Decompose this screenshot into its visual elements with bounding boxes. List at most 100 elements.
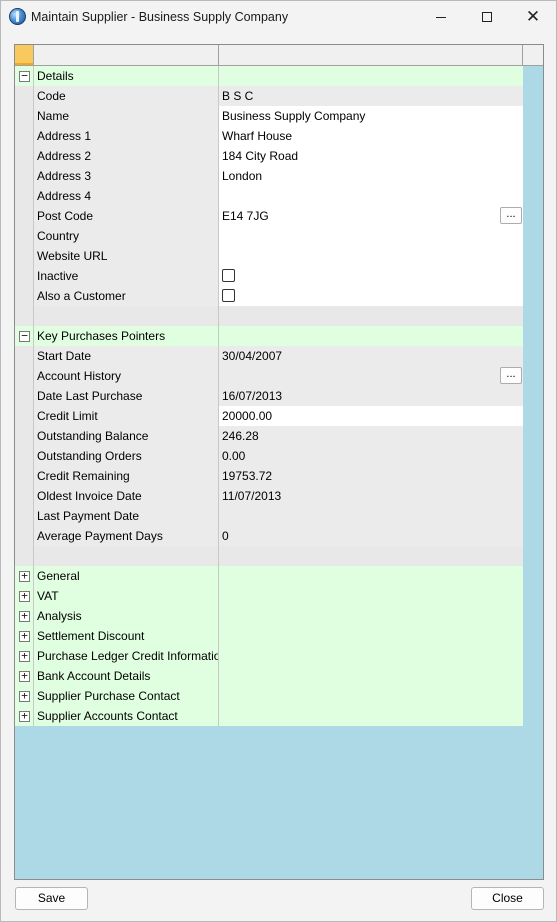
property-row-credit-limit[interactable]: Credit Limit 20000.00 [15,406,523,426]
category-label: Key Purchases Pointers [34,326,219,346]
minimize-button[interactable] [418,1,464,33]
category-row-details[interactable]: − Details [15,66,523,86]
property-row-oldest-invoice-date[interactable]: Oldest Invoice Date 11/07/2013 [15,486,523,506]
post-code-value: E14 7JG [222,209,269,223]
address4-field[interactable] [219,186,523,206]
grid-header-label-column[interactable] [34,45,219,65]
account-history-button[interactable]: ... [500,367,522,384]
property-row-address4[interactable]: Address 4 [15,186,523,206]
property-row-start-date[interactable]: Start Date 30/04/2007 [15,346,523,366]
property-label: Post Code [34,206,219,226]
grid-rows: − Details Code B S C Name Business Suppl… [15,66,523,726]
grid-header-spacer [523,45,543,65]
also-customer-checkbox[interactable] [222,289,235,302]
name-field[interactable]: Business Supply Company [219,106,523,126]
property-row-inactive[interactable]: Inactive [15,266,523,286]
property-row-post-code[interactable]: Post Code E14 7JG ... [15,206,523,226]
minimize-icon [436,16,446,18]
property-row-code[interactable]: Code B S C [15,86,523,106]
category-label: Bank Account Details [34,666,219,686]
category-row-bank-account-details[interactable]: + Bank Account Details [15,666,523,686]
category-label: Supplier Purchase Contact [34,686,219,706]
start-date-value: 30/04/2007 [219,346,523,366]
property-row-account-history[interactable]: Account History ... [15,366,523,386]
last-payment-date-value [219,506,523,526]
app-globe-icon [9,8,26,25]
grid-header-value-column[interactable] [219,45,523,65]
property-grid: − Details Code B S C Name Business Suppl… [14,44,544,880]
inactive-checkbox[interactable] [222,269,235,282]
category-row-supplier-purchase-contact[interactable]: + Supplier Purchase Contact [15,686,523,706]
expand-icon[interactable]: + [19,710,30,722]
category-label: Analysis [34,606,219,626]
expand-icon[interactable]: + [19,590,30,602]
expand-icon[interactable]: + [19,650,30,662]
oldest-invoice-date-value: 11/07/2013 [219,486,523,506]
website-url-field[interactable] [219,246,523,266]
expand-icon[interactable]: + [19,570,30,582]
category-row-general[interactable]: + General [15,566,523,586]
maximize-button[interactable] [464,1,510,33]
credit-remaining-value: 19753.72 [219,466,523,486]
collapse-icon[interactable]: − [19,70,30,82]
property-row-also-customer[interactable]: Also a Customer [15,286,523,306]
address1-field[interactable]: Wharf House [219,126,523,146]
save-button[interactable]: Save [15,887,88,910]
property-label: Code [34,86,219,106]
category-label: Purchase Ledger Credit Information [34,646,219,666]
category-row-vat[interactable]: + VAT [15,586,523,606]
expand-icon[interactable]: + [19,630,30,642]
property-row-website[interactable]: Website URL [15,246,523,266]
credit-limit-field[interactable]: 20000.00 [219,406,523,426]
expand-icon[interactable]: + [19,670,30,682]
property-label: Outstanding Balance [34,426,219,446]
category-label: Settlement Discount [34,626,219,646]
category-row-key-purchases[interactable]: − Key Purchases Pointers [15,326,523,346]
property-label: Inactive [34,266,219,286]
property-row-credit-remaining[interactable]: Credit Remaining 19753.72 [15,466,523,486]
average-payment-days-value: 0 [219,526,523,546]
category-row-supplier-accounts-contact[interactable]: + Supplier Accounts Contact [15,706,523,726]
property-label: Account History [34,366,219,386]
category-label: Details [34,66,219,86]
spacer-row [15,546,523,566]
property-row-average-payment-days[interactable]: Average Payment Days 0 [15,526,523,546]
property-label: Outstanding Orders [34,446,219,466]
category-row-settlement-discount[interactable]: + Settlement Discount [15,626,523,646]
date-last-purchase-value: 16/07/2013 [219,386,523,406]
property-row-outstanding-balance[interactable]: Outstanding Balance 246.28 [15,426,523,446]
collapse-icon[interactable]: − [19,330,30,342]
category-label: VAT [34,586,219,606]
property-row-address1[interactable]: Address 1 Wharf House [15,126,523,146]
title-bar: Maintain Supplier - Business Supply Comp… [1,1,556,33]
grid-header [15,45,543,66]
property-row-address3[interactable]: Address 3 London [15,166,523,186]
category-row-purchase-ledger-credit[interactable]: + Purchase Ledger Credit Information [15,646,523,666]
category-row-analysis[interactable]: + Analysis [15,606,523,626]
post-code-field[interactable]: E14 7JG ... [219,206,523,226]
close-button[interactable]: Close [471,887,544,910]
expand-icon[interactable]: + [19,610,30,622]
property-label: Start Date [34,346,219,366]
property-label: Credit Limit [34,406,219,426]
close-window-button[interactable]: ✕ [510,1,556,33]
property-row-outstanding-orders[interactable]: Outstanding Orders 0.00 [15,446,523,466]
country-field[interactable] [219,226,523,246]
property-row-last-payment-date[interactable]: Last Payment Date [15,506,523,526]
property-label: Address 4 [34,186,219,206]
code-value: B S C [219,86,523,106]
close-icon: ✕ [525,6,541,27]
property-label: Website URL [34,246,219,266]
address2-field[interactable]: 184 City Road [219,146,523,166]
property-row-address2[interactable]: Address 2 184 City Road [15,146,523,166]
property-row-date-last-purchase[interactable]: Date Last Purchase 16/07/2013 [15,386,523,406]
maintain-supplier-window: Maintain Supplier - Business Supply Comp… [0,0,557,922]
property-row-country[interactable]: Country [15,226,523,246]
property-label: Address 3 [34,166,219,186]
grid-corner-cell[interactable] [15,45,34,65]
address3-field[interactable]: London [219,166,523,186]
expand-icon[interactable]: + [19,690,30,702]
post-code-lookup-button[interactable]: ... [500,207,522,224]
maximize-icon [482,12,492,22]
property-row-name[interactable]: Name Business Supply Company [15,106,523,126]
